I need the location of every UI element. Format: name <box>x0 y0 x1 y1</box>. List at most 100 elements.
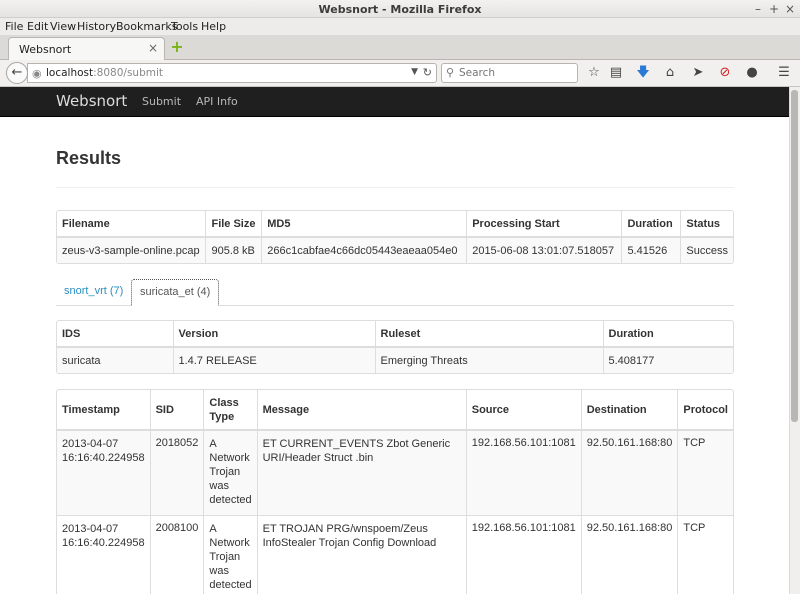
column-header: Duration <box>603 321 733 348</box>
table-cell: Emerging Threats <box>375 346 604 373</box>
search-input[interactable] <box>459 66 569 80</box>
globe-icon: ◉ <box>32 67 42 80</box>
hamburger-menu-icon[interactable]: ☰ <box>775 64 793 82</box>
ids-tabs: snort_vrt (7) suricata_et (4) <box>56 279 734 306</box>
site-brand[interactable]: Websnort <box>56 92 127 110</box>
nav-link-submit[interactable]: Submit <box>142 95 181 108</box>
ids-info-table: IDS Version Ruleset Duration suricata 1.… <box>56 320 734 374</box>
menu-file[interactable]: File <box>5 20 23 33</box>
new-tab-icon[interactable]: + <box>170 39 184 55</box>
table-cell: TCP <box>677 514 733 594</box>
back-arrow-icon: ← <box>11 65 23 80</box>
table-cell: 2008100 <box>150 514 205 594</box>
menu-help[interactable]: Help <box>201 20 226 33</box>
column-header: SID <box>150 390 205 431</box>
table-row: suricata 1.4.7 RELEASE Emerging Threats … <box>57 346 733 373</box>
maximize-button[interactable]: + <box>767 2 781 16</box>
table-cell: 192.168.56.101:1081 <box>466 429 582 515</box>
search-bar[interactable]: ⚲ <box>441 63 578 83</box>
tab-strip: Websnort × + <box>0 35 800 61</box>
table-cell: 92.50.161.168:80 <box>581 429 679 515</box>
table-cell: 5.41526 <box>621 236 682 263</box>
table-cell: ET CURRENT_EVENTS Zbot Generic URI/Heade… <box>257 429 467 515</box>
navigation-toolbar: ◉ localhost:8080/submit ▼ ↻ ← ⚲ ☆ ▤ 🡇 ⌂ … <box>0 60 800 87</box>
chat-icon[interactable]: ● <box>743 64 761 82</box>
column-header: Status <box>680 211 733 238</box>
table-cell: A Network Trojan was detected <box>203 514 258 594</box>
table-cell: ET TROJAN PRG/wnspoem/Zeus InfoStealer T… <box>257 514 467 594</box>
block-icon[interactable]: ⊘ <box>716 64 734 82</box>
scrollbar-thumb[interactable] <box>791 90 798 422</box>
menu-bar: File Edit View History Bookmarks Tools H… <box>0 18 800 35</box>
home-icon[interactable]: ⌂ <box>661 64 679 82</box>
send-icon[interactable]: ➤ <box>689 64 707 82</box>
table-cell: 1.4.7 RELEASE <box>173 346 376 373</box>
table-header-row: Filename File Size MD5 Processing Start … <box>57 211 733 238</box>
tab-title: Websnort <box>19 43 72 56</box>
table-cell: 2015-06-08 13:01:07.518057 <box>466 236 623 263</box>
bookmark-star-icon[interactable]: ☆ <box>585 64 603 82</box>
url-bar[interactable]: ◉ localhost:8080/submit ▼ ↻ <box>27 63 437 83</box>
close-tab-icon[interactable]: × <box>148 41 158 55</box>
column-header: Protocol <box>677 390 733 431</box>
table-row: zeus-v3-sample-online.pcap 905.8 kB 266c… <box>57 236 733 263</box>
file-info-table: Filename File Size MD5 Processing Start … <box>56 210 734 264</box>
search-icon: ⚲ <box>446 66 455 79</box>
site-navbar: Websnort Submit API Info <box>0 87 789 117</box>
table-cell: A Network Trojan was detected <box>203 429 258 515</box>
table-cell: Success <box>680 236 733 263</box>
downloads-icon[interactable]: 🡇 <box>634 64 652 82</box>
table-header-row: IDS Version Ruleset Duration <box>57 321 733 348</box>
reload-icon[interactable]: ↻ <box>423 66 432 79</box>
column-header: Destination <box>581 390 679 431</box>
back-button[interactable]: ← <box>6 62 28 84</box>
table-row: 2013-04-07 16:16:40.224958 2008100 A Net… <box>57 514 733 594</box>
browser-tab[interactable]: Websnort × <box>8 37 165 61</box>
column-header: IDS <box>57 321 174 348</box>
url-text: localhost:8080/submit <box>46 67 163 79</box>
column-header: Ruleset <box>375 321 604 348</box>
reading-list-icon[interactable]: ▤ <box>607 64 625 82</box>
column-header: Class Type <box>203 390 258 431</box>
table-cell: suricata <box>57 346 174 373</box>
table-cell: 5.408177 <box>603 346 733 373</box>
menu-bookmarks[interactable]: Bookmarks <box>116 20 177 33</box>
column-header: Source <box>466 390 582 431</box>
table-cell: TCP <box>677 429 733 515</box>
tab-snort-vrt[interactable]: snort_vrt (7) <box>56 279 131 305</box>
divider <box>56 187 734 188</box>
menu-history[interactable]: History <box>77 20 116 33</box>
table-cell: 2013-04-07 16:16:40.224958 <box>57 514 151 594</box>
url-host: localhost <box>46 67 94 79</box>
menu-view[interactable]: View <box>50 20 76 33</box>
menu-tools[interactable]: Tools <box>171 20 198 33</box>
column-header: MD5 <box>261 211 468 238</box>
close-window-button[interactable]: × <box>783 2 797 16</box>
minimize-button[interactable]: – <box>751 2 765 16</box>
column-header: Duration <box>621 211 682 238</box>
column-header: Version <box>173 321 376 348</box>
table-cell: 905.8 kB <box>205 236 263 263</box>
table-cell: 2013-04-07 16:16:40.224958 <box>57 429 151 515</box>
nav-link-api-info[interactable]: API Info <box>196 95 238 108</box>
table-cell: 2018052 <box>150 429 205 515</box>
table-cell: 266c1cabfae4c66dc05443eaeaa054e0 <box>261 236 468 263</box>
menu-edit[interactable]: Edit <box>27 20 48 33</box>
table-header-row: Timestamp SID Class Type Message Source … <box>57 390 733 431</box>
column-header: Filename <box>57 211 207 238</box>
page-viewport: Websnort Submit API Info Results Filenam… <box>0 87 789 594</box>
tab-suricata-et[interactable]: suricata_et (4) <box>131 279 220 306</box>
page-title: Results <box>56 148 122 168</box>
table-row: 2013-04-07 16:16:40.224958 2018052 A Net… <box>57 429 733 515</box>
table-cell: 192.168.56.101:1081 <box>466 514 582 594</box>
window-title: Websnort - Mozilla Firefox <box>318 3 482 16</box>
column-header: Timestamp <box>57 390 151 431</box>
table-cell: 92.50.161.168:80 <box>581 514 679 594</box>
chevron-down-icon[interactable]: ▼ <box>411 67 418 77</box>
url-path: :8080/submit <box>93 67 163 79</box>
table-cell: zeus-v3-sample-online.pcap <box>57 236 207 263</box>
alerts-table: Timestamp SID Class Type Message Source … <box>56 389 734 594</box>
column-header: Processing Start <box>466 211 623 238</box>
column-header: File Size <box>205 211 263 238</box>
window-titlebar: Websnort - Mozilla Firefox – + × <box>0 0 800 18</box>
